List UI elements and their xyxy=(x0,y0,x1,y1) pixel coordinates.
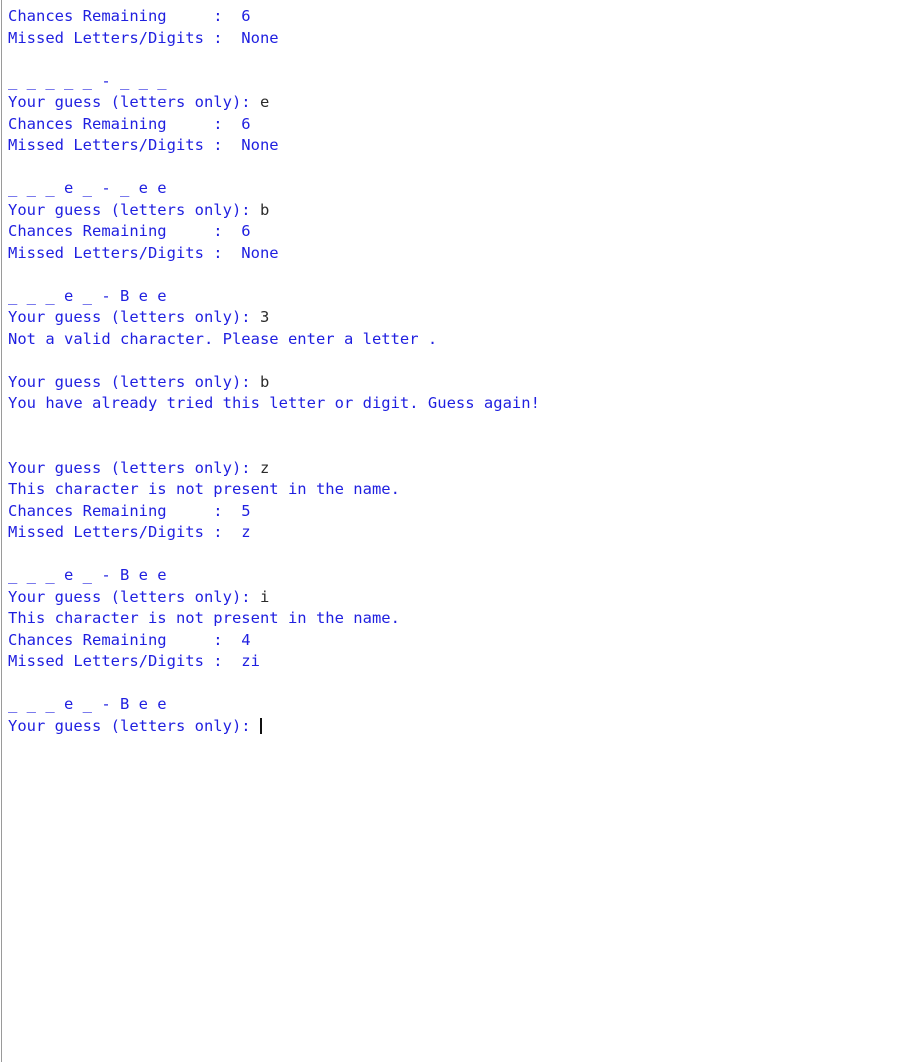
word-display-text: _ _ _ _ _ - _ _ _ xyxy=(8,71,167,90)
word-display-line: _ _ _ e _ - B e e xyxy=(8,694,900,716)
console-output-line: Missed Letters/Digits : None xyxy=(8,135,900,157)
word-display-line: _ _ _ e _ - B e e xyxy=(8,286,900,308)
guess-echo: i xyxy=(259,587,270,606)
prompt-line: Your guess (letters only): i xyxy=(8,587,900,609)
guess-prompt-label: Your guess (letters only): xyxy=(8,458,260,477)
output-text: Missed Letters/Digits : None xyxy=(8,136,279,154)
prompt-line: Your guess (letters only): b xyxy=(8,200,900,222)
output-text: Not a valid character. Please enter a le… xyxy=(8,329,438,348)
terminal-window: Chances Remaining : 6 Missed Letters/Digi… xyxy=(0,0,900,1062)
console-output-line: This character is not present in the nam… xyxy=(8,608,900,630)
guess-prompt-label: Your guess (letters only): xyxy=(8,372,260,391)
console-output-line: Chances Remaining : 5 xyxy=(8,501,900,523)
word-display-line: _ _ _ e _ - _ e e xyxy=(8,178,900,200)
output-text: Missed Letters/Digits : z xyxy=(8,523,251,541)
output-text: This character is not present in the nam… xyxy=(8,609,400,627)
output-text: Chances Remaining : 4 xyxy=(8,630,251,649)
output-text: Chances Remaining : 6 xyxy=(8,222,251,240)
guess-echo: e xyxy=(259,93,270,111)
word-display-text: _ _ _ e _ - B e e xyxy=(8,695,167,713)
prompt-line: Your guess (letters only): z xyxy=(8,458,900,480)
prompt-line: Your guess (letters only): e xyxy=(8,92,900,114)
active-prompt-line: Your guess (letters only): xyxy=(8,716,900,738)
guess-prompt-label: Your guess (letters only): xyxy=(8,716,260,735)
console-output-line: Missed Letters/Digits : None xyxy=(8,243,900,265)
word-display-line: _ _ _ e _ - B e e xyxy=(8,565,900,587)
word-display-text: _ _ _ e _ - B e e xyxy=(8,566,167,584)
console-output-line: Not a valid character. Please enter a le… xyxy=(8,329,900,351)
console-output-line: Chances Remaining : 6 xyxy=(8,221,900,243)
output-text: Missed Letters/Digits : None xyxy=(8,243,279,262)
text-cursor xyxy=(259,717,262,734)
guess-echo: 3 xyxy=(259,308,270,326)
console-output-area[interactable]: Chances Remaining : 6 Missed Letters/Digi… xyxy=(0,0,900,737)
guess-prompt-label: Your guess (letters only): xyxy=(8,308,260,326)
output-text: This character is not present in the nam… xyxy=(8,480,400,498)
word-display-text: _ _ _ e _ - _ e e xyxy=(8,179,167,197)
console-output-line: Missed Letters/Digits : z xyxy=(8,522,900,544)
output-text: Chances Remaining : 6 xyxy=(8,114,251,133)
console-output-line: Chances Remaining : 4 xyxy=(8,630,900,652)
console-output-line: This character is not present in the nam… xyxy=(8,479,900,501)
output-text: Chances Remaining : 6 xyxy=(8,7,251,25)
output-text: You have already tried this letter or di… xyxy=(8,394,540,412)
prompt-line: Your guess (letters only): b xyxy=(8,372,900,394)
output-text: Missed Letters/Digits : zi xyxy=(8,652,260,670)
console-output-line: You have already tried this letter or di… xyxy=(8,393,900,415)
prompt-line: Your guess (letters only): 3 xyxy=(8,307,900,329)
output-text: Missed Letters/Digits : None xyxy=(8,28,279,47)
guess-echo: b xyxy=(259,372,270,391)
console-output-line: Chances Remaining : 6 xyxy=(8,114,900,136)
guess-prompt-label: Your guess (letters only): xyxy=(8,93,260,111)
console-output-line: Chances Remaining : 6 xyxy=(8,6,900,28)
output-text: Chances Remaining : 5 xyxy=(8,501,251,520)
console-output-line: Missed Letters/Digits : zi xyxy=(8,651,900,673)
guess-echo: b xyxy=(259,200,270,219)
guess-echo: z xyxy=(259,458,270,477)
guess-prompt-label: Your guess (letters only): xyxy=(8,200,260,219)
word-display-text: _ _ _ e _ - B e e xyxy=(8,286,167,305)
guess-prompt-label: Your guess (letters only): xyxy=(8,587,260,606)
console-output-line: Missed Letters/Digits : None xyxy=(8,28,900,50)
word-display-line: _ _ _ _ _ - _ _ _ xyxy=(8,71,900,93)
